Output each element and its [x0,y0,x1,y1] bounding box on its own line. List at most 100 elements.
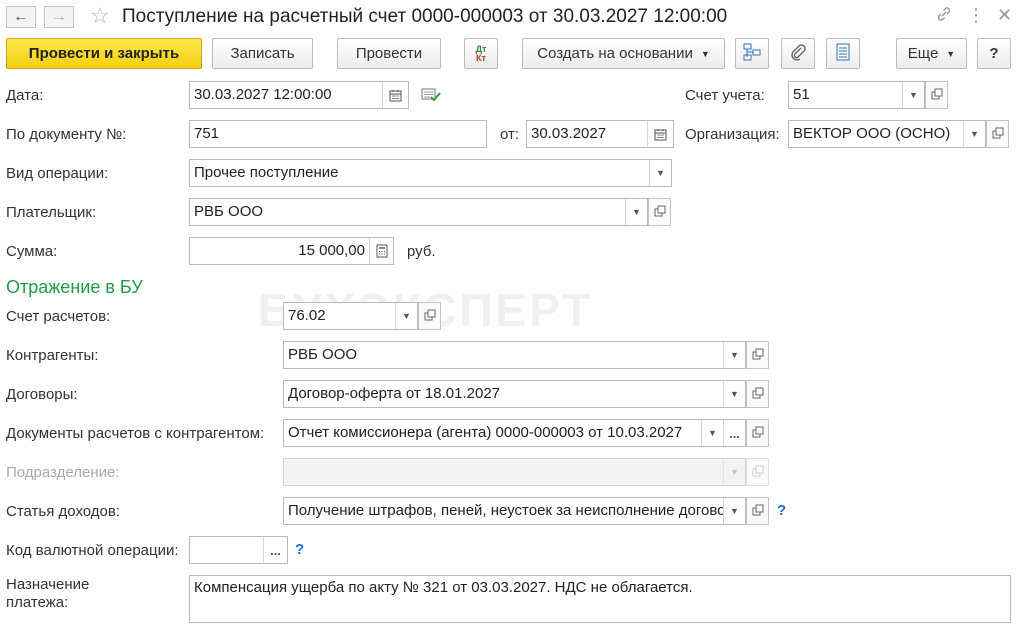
open-payer-button[interactable] [648,198,671,226]
date-value: 30.03.2027 12:00:00 [194,86,332,103]
close-icon[interactable]: ✕ [997,5,1012,26]
calculator-icon[interactable] [369,238,393,264]
select-ellipsis-button[interactable]: ... [263,537,287,563]
open-window-icon [931,87,943,104]
chevron-down-icon[interactable]: ▼ [701,420,723,446]
settle-account-label: Счет расчетов: [6,308,111,325]
optype-label: Вид операции: [6,165,109,182]
dt-kt-icon: Дт Кт [475,43,487,63]
more-label: Еще [907,45,939,62]
from-date-field[interactable]: 30.03.2027 [526,120,674,148]
create-based-on-label: Создать на основании [537,45,693,62]
section-title-bu: Отражение в БУ [6,277,143,297]
open-window-icon [752,347,764,364]
open-counterparties-button[interactable] [746,341,769,369]
account-field[interactable]: 51 ▼ [788,81,925,109]
open-window-icon [752,386,764,403]
purpose-textarea[interactable]: Компенсация ущерба по акту № 321 от 03.0… [189,575,1011,623]
paperclip-icon [789,43,807,65]
currency-code-field[interactable]: ... [189,536,288,564]
more-options-icon[interactable]: ⋮ [967,5,985,26]
open-window-icon [654,204,666,221]
from-date-value: 30.03.2027 [531,125,607,142]
chevron-down-icon[interactable]: ▼ [649,160,671,186]
purpose-label: Назначение платежа: [6,576,90,611]
settle-account-field[interactable]: 76.02 ▼ [283,302,418,330]
amount-field[interactable]: 15 000,00 [189,237,394,265]
checkmark-list-icon[interactable] [421,86,441,108]
contracts-label: Договоры: [6,386,78,403]
organization-field[interactable]: ВЕКТОР ООО (ОСНО) ▼ [788,120,986,148]
list-icon [835,43,851,65]
currency-code-label: Код валютной операции: [6,542,179,559]
chevron-down-icon: ▼ [723,459,745,485]
chevron-down-icon[interactable]: ▼ [902,82,924,108]
open-subdivision-button [746,458,769,486]
contracts-value: Договор-оферта от 18.01.2027 [288,385,501,402]
chevron-down-icon: ▼ [946,48,956,59]
open-organization-button[interactable] [986,120,1009,148]
select-ellipsis-button[interactable]: ... [723,420,745,446]
favorite-star-icon[interactable]: ☆ [90,3,110,29]
subdivision-label: Подразделение: [6,464,120,481]
open-account-button[interactable] [925,81,948,109]
chevron-down-icon[interactable]: ▼ [963,121,985,147]
open-window-icon [752,425,764,442]
settle-docs-field[interactable]: Отчет комиссионера (агента) 0000-000003 … [283,419,746,447]
open-settle-docs-button[interactable] [746,419,769,447]
link-icon[interactable] [935,5,953,28]
account-label: Счет учета: [685,87,765,104]
docnum-field[interactable]: 751 [189,120,487,148]
calendar-icon[interactable] [647,121,673,147]
help-button[interactable]: ? [977,38,1011,69]
settle-docs-label: Документы расчетов с контрагентом: [6,425,265,442]
contracts-field[interactable]: Договор-оферта от 18.01.2027 ▼ [283,380,746,408]
payer-label: Плательщик: [6,204,97,221]
structure-button[interactable] [735,38,769,69]
settle-docs-value: Отчет комиссионера (агента) 0000-000003 … [288,424,683,441]
open-window-icon [752,464,764,481]
open-window-icon [992,126,1004,143]
payer-field[interactable]: РВБ ООО ▼ [189,198,648,226]
income-item-label: Статья доходов: [6,503,121,520]
income-item-value: Получение штрафов, пеней, неустоек за не… [288,502,723,519]
post-button[interactable]: Провести [337,38,441,69]
currency-code-help[interactable]: ? [295,541,304,558]
open-window-icon [752,503,764,520]
date-label: Дата: [6,87,44,104]
create-based-on-button[interactable]: Создать на основании ▼ [522,38,725,69]
more-button[interactable]: Еще ▼ [896,38,967,69]
hierarchy-icon [743,43,761,65]
chevron-down-icon[interactable]: ▼ [723,498,745,524]
chevron-down-icon[interactable]: ▼ [723,381,745,407]
organization-label: Организация: [685,126,780,143]
open-settle-account-button[interactable] [418,302,441,330]
calendar-icon[interactable] [382,82,408,108]
save-button[interactable]: Записать [212,38,313,69]
chevron-down-icon[interactable]: ▼ [723,342,745,368]
open-contracts-button[interactable] [746,380,769,408]
list-button[interactable] [826,38,860,69]
income-item-field[interactable]: Получение штрафов, пеней, неустоек за не… [283,497,746,525]
optype-field[interactable]: Прочее поступление ▼ [189,159,672,187]
counterparties-label: Контрагенты: [6,347,99,364]
back-button[interactable]: ← [6,6,36,28]
organization-value: ВЕКТОР ООО (ОСНО) [793,125,951,142]
chevron-down-icon[interactable]: ▼ [395,303,417,329]
chevron-down-icon[interactable]: ▼ [625,199,647,225]
account-value: 51 [793,86,810,103]
date-field[interactable]: 30.03.2027 12:00:00 [189,81,409,109]
open-income-item-button[interactable] [746,497,769,525]
currency-label: руб. [407,243,436,260]
subdivision-field: ▼ [283,458,746,486]
forward-button[interactable]: → [44,6,74,28]
attach-button[interactable] [781,38,815,69]
dt-kt-button[interactable]: Дт Кт [464,38,498,69]
income-item-help[interactable]: ? [777,502,786,519]
payer-value: РВБ ООО [194,203,264,220]
counterparties-field[interactable]: РВБ ООО ▼ [283,341,746,369]
open-window-icon [424,308,436,325]
post-and-close-button[interactable]: Провести и закрыть [6,38,202,69]
optype-value: Прочее поступление [194,164,339,181]
window-title: Поступление на расчетный счет 0000-00000… [122,6,728,27]
